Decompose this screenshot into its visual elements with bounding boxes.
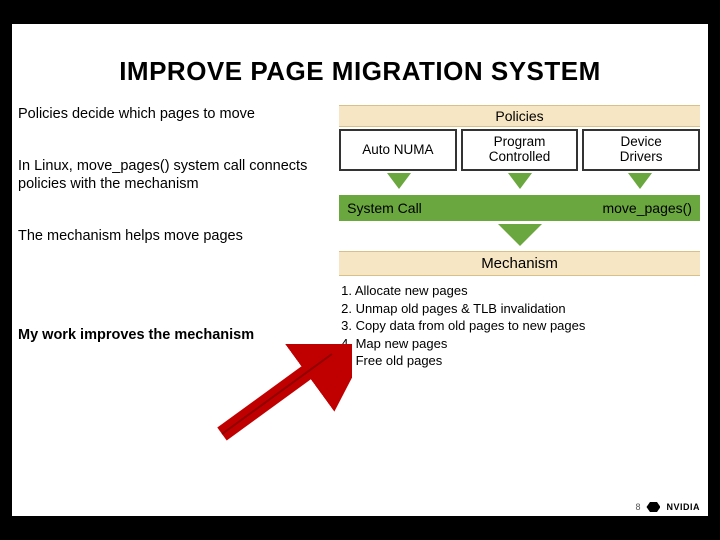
down-arrow-icon [387,173,411,189]
mech-step: 5. Free old pages [341,352,698,370]
policy-boxes-row: Auto NUMA Program Controlled Device Driv… [339,129,700,171]
nvidia-logo-icon [646,502,660,512]
red-arrow-icon [212,344,352,444]
policy-box-device-drivers: Device Drivers [582,129,700,171]
policy-box-label: Device [620,135,663,150]
mech-step: 1. Allocate new pages [341,282,698,300]
syscall-function: move_pages() [602,200,700,216]
bullet-syscall: In Linux, move_pages() system call conne… [18,157,331,193]
down-arrow-icon [628,173,652,189]
syscall-label: System Call [339,200,422,216]
left-column: Policies decide which pages to move In L… [12,105,339,517]
right-column: Policies Auto NUMA Program Controlled De… [339,105,708,517]
mechanism-header: Mechanism [339,251,700,276]
syscall-to-mechanism-arrow-row [339,221,700,251]
policy-box-program-controlled: Program Controlled [461,129,579,171]
brand-label: NVIDIA [666,502,700,512]
mechanism-steps: 1. Allocate new pages 2. Unmap old pages… [339,276,700,372]
bullet-mywork: My work improves the mechanism [18,326,331,344]
down-arrow-icon [498,224,542,246]
syscall-band: System Call move_pages() [339,195,700,221]
down-arrow-icon [508,173,532,189]
policy-box-label: Controlled [489,150,551,165]
policy-box-label: Program [489,135,551,150]
policy-box-auto-numa: Auto NUMA [339,129,457,171]
page-number: 8 [635,502,640,512]
bullet-mechanism: The mechanism helps move pages [18,227,331,245]
slide-title: IMPROVE PAGE MIGRATION SYSTEM [12,24,708,87]
bullet-policies: Policies decide which pages to move [18,105,331,123]
slide-footer: 8 NVIDIA [635,502,700,512]
mech-step: 3. Copy data from old pages to new pages [341,317,698,335]
policy-arrows-row [339,171,700,193]
policies-header: Policies [339,105,700,127]
mech-step: 4. Map new pages [341,335,698,353]
mech-step: 2. Unmap old pages & TLB invalidation [341,300,698,318]
policy-box-label: Drivers [620,150,663,165]
